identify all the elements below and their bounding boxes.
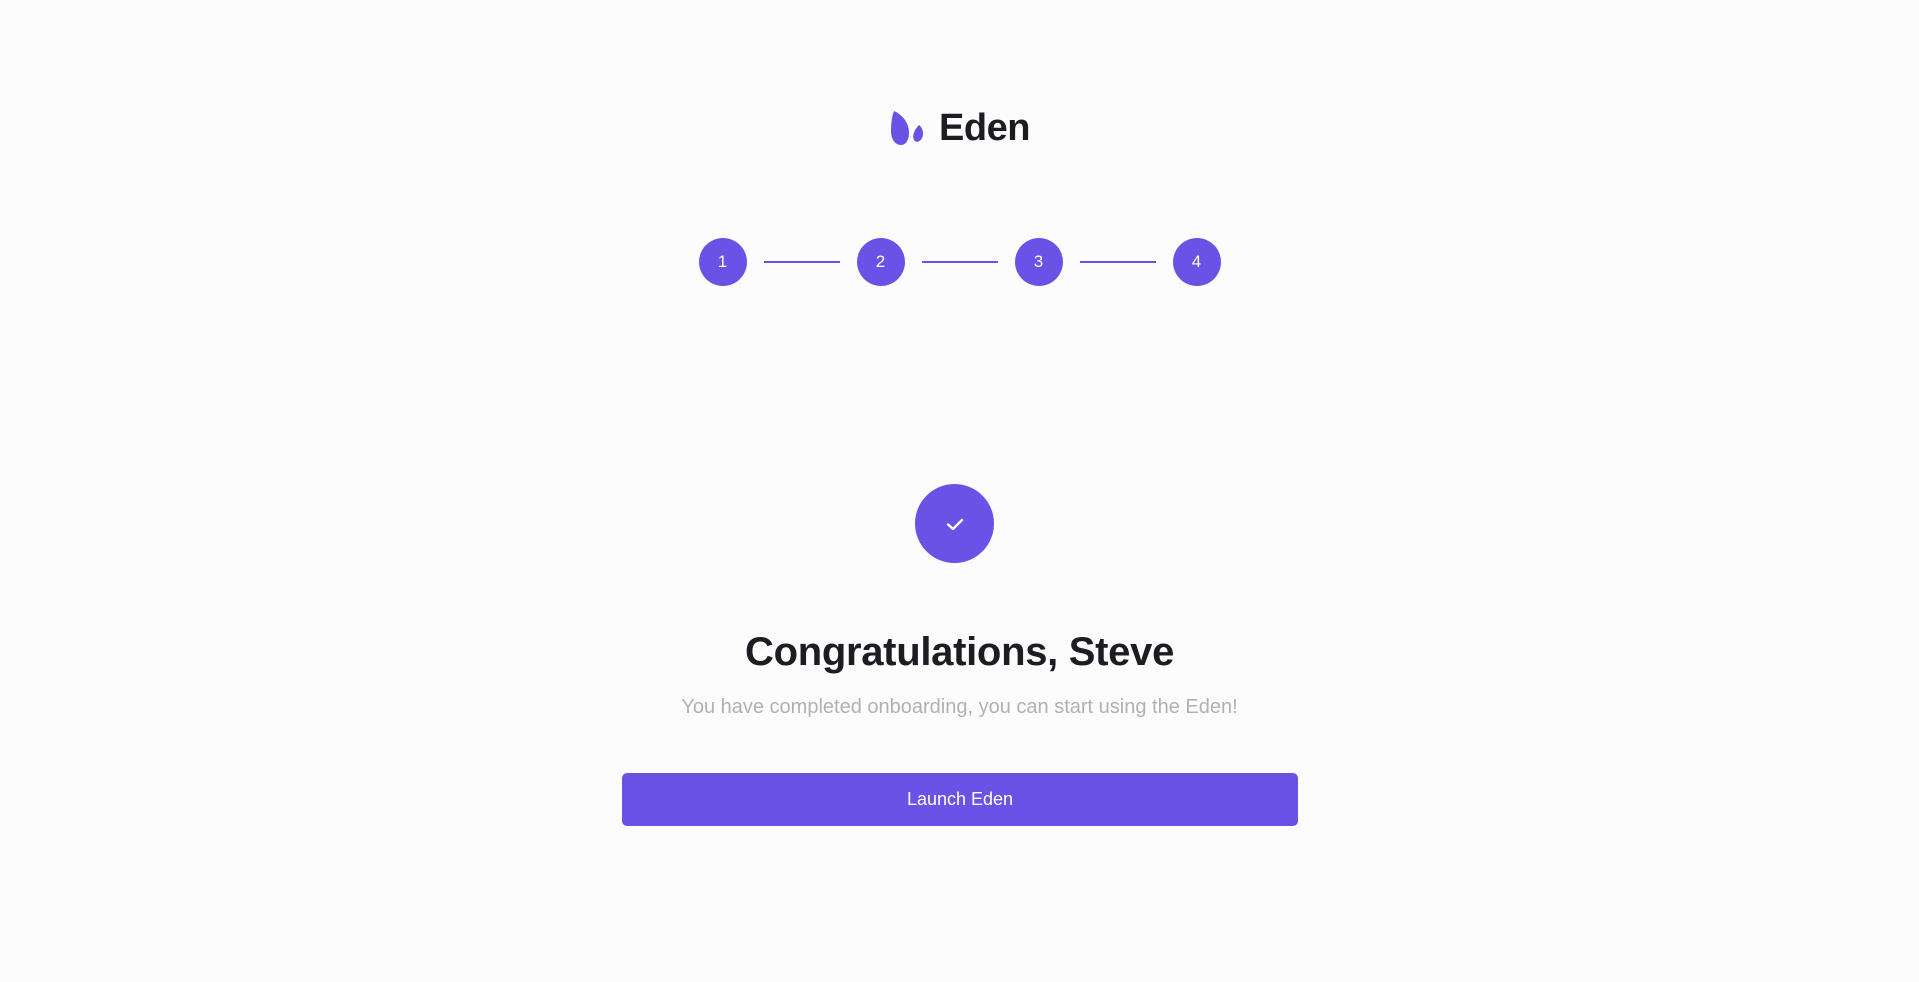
step-connector xyxy=(1079,261,1156,263)
success-badge xyxy=(915,484,994,563)
step-3: 3 xyxy=(1014,238,1063,286)
step-4: 4 xyxy=(1172,238,1221,286)
congratulations-title: Congratulations, Steve xyxy=(744,630,1175,674)
step-connector xyxy=(763,261,840,263)
launch-eden-button[interactable]: Launch Eden xyxy=(622,773,1298,826)
brand-header: Eden xyxy=(0,104,1919,152)
check-icon xyxy=(946,518,963,530)
step-connector xyxy=(921,261,998,263)
step-1: 1 xyxy=(698,238,747,286)
brand-name: Eden xyxy=(939,107,1030,149)
onboarding-complete-subtitle: You have completed onboarding, you can s… xyxy=(681,696,1238,718)
onboarding-stepper: 1 2 3 4 xyxy=(0,238,1919,286)
leaf-logo-icon xyxy=(891,111,924,145)
step-2: 2 xyxy=(856,238,905,286)
